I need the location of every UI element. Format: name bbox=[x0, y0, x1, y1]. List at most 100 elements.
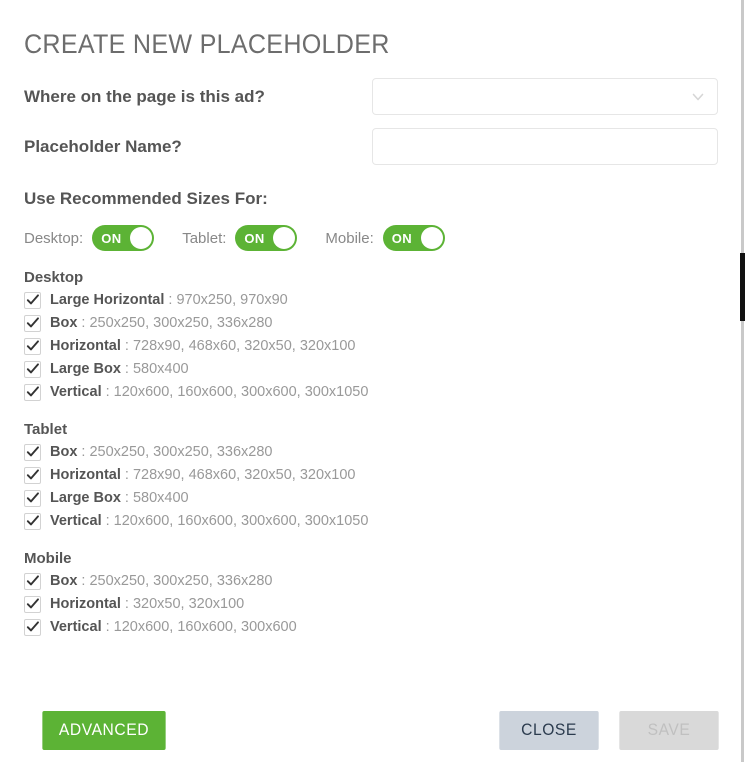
toggle-label-desktop: Desktop: bbox=[24, 229, 84, 247]
check-icon bbox=[26, 339, 39, 350]
size-item: Box: 250x250, 300x250, 336x280 bbox=[24, 441, 747, 463]
check-icon bbox=[26, 514, 39, 525]
size-block-mobile: Mobile Box: 250x250, 300x250, 336x280 Hori… bbox=[24, 550, 747, 638]
close-button[interactable]: CLOSE bbox=[499, 710, 599, 750]
toggle-group-desktop: Desktop: ON bbox=[24, 225, 155, 251]
size-item-values: : 250x250, 300x250, 336x280 bbox=[81, 573, 273, 589]
size-item-name: Vertical bbox=[50, 384, 102, 400]
location-label: Where on the page is this ad? bbox=[24, 86, 265, 106]
check-icon bbox=[26, 316, 39, 327]
size-item-name: Large Horizontal bbox=[50, 292, 165, 308]
recommended-toggle-row: Desktop: ON Tablet: ON Mobile: ON bbox=[24, 225, 747, 251]
size-checkbox[interactable] bbox=[24, 443, 41, 461]
size-item: Large Box: 580x400 bbox=[24, 487, 747, 509]
vertical-scrollbar-thumb[interactable] bbox=[740, 253, 745, 321]
size-checkbox[interactable] bbox=[24, 595, 41, 613]
size-item: Box: 250x250, 300x250, 336x280 bbox=[24, 312, 747, 334]
toggle-tablet-state: ON bbox=[244, 230, 265, 246]
placeholder-name-label: Placeholder Name? bbox=[24, 136, 182, 156]
advanced-button[interactable]: ADVANCED bbox=[42, 710, 166, 750]
check-icon bbox=[26, 362, 39, 373]
size-item-values: : 120x600, 160x600, 300x600, 300x1050 bbox=[105, 384, 369, 400]
size-item-name: Large Box bbox=[50, 361, 121, 377]
form-row-location: Where on the page is this ad? bbox=[24, 78, 747, 115]
toggle-tablet-knob bbox=[273, 227, 296, 249]
size-block-title: Desktop bbox=[24, 269, 84, 286]
size-item-values: : 320x50, 320x100 bbox=[124, 596, 245, 612]
save-button[interactable]: SAVE bbox=[619, 710, 719, 750]
toggle-tablet[interactable]: ON bbox=[235, 225, 298, 251]
size-checkbox[interactable] bbox=[24, 466, 41, 484]
size-item: Vertical: 120x600, 160x600, 300x600, 300… bbox=[24, 510, 747, 532]
check-icon bbox=[26, 293, 39, 304]
size-checkbox[interactable] bbox=[24, 489, 41, 507]
toggle-group-mobile: Mobile: ON bbox=[325, 225, 445, 251]
size-item-name: Box bbox=[50, 573, 78, 589]
toggle-desktop-knob bbox=[130, 227, 153, 249]
check-icon bbox=[26, 597, 39, 608]
check-icon bbox=[26, 468, 39, 479]
check-icon bbox=[26, 620, 39, 631]
size-item: Vertical: 120x600, 160x600, 300x600, 300… bbox=[24, 381, 747, 403]
toggle-mobile-knob bbox=[420, 227, 443, 249]
size-item-name: Box bbox=[50, 444, 78, 460]
size-item-values: : 728x90, 468x60, 320x50, 320x100 bbox=[124, 467, 356, 483]
size-item-name: Horizontal bbox=[50, 596, 121, 612]
ad-location-select[interactable] bbox=[372, 78, 718, 115]
toggle-mobile-state: ON bbox=[391, 230, 413, 246]
size-item-values: : 250x250, 300x250, 336x280 bbox=[81, 444, 273, 460]
toggle-label-tablet: Tablet: bbox=[182, 229, 227, 247]
size-item: Vertical: 120x600, 160x600, 300x600 bbox=[24, 616, 747, 638]
size-item-values: : 250x250, 300x250, 336x280 bbox=[81, 315, 273, 331]
check-icon bbox=[26, 574, 39, 585]
size-item-values: : 120x600, 160x600, 300x600, 300x1050 bbox=[105, 513, 369, 529]
size-item-name: Horizontal bbox=[50, 338, 121, 354]
form-row-name: Placeholder Name? bbox=[24, 128, 747, 165]
size-checkbox[interactable] bbox=[24, 572, 41, 590]
size-item-values: : 580x400 bbox=[124, 361, 189, 377]
size-item-values: : 120x600, 160x600, 300x600 bbox=[105, 619, 297, 635]
size-checkbox[interactable] bbox=[24, 337, 41, 355]
size-item-name: Box bbox=[50, 315, 78, 331]
size-item: Horizontal: 728x90, 468x60, 320x50, 320x… bbox=[24, 464, 747, 486]
size-item-values: : 580x400 bbox=[124, 490, 189, 506]
size-checkbox[interactable] bbox=[24, 360, 41, 378]
location-field-wrap bbox=[372, 78, 718, 115]
size-checkbox[interactable] bbox=[24, 291, 41, 309]
check-icon bbox=[26, 445, 39, 456]
check-icon bbox=[26, 385, 39, 396]
size-item: Large Box: 580x400 bbox=[24, 358, 747, 380]
page-title: CREATE NEW PLACEHOLDER bbox=[24, 29, 390, 59]
size-block-desktop: Desktop Large Horizontal: 970x250, 970x90… bbox=[24, 269, 747, 403]
size-item-name: Horizontal bbox=[50, 467, 121, 483]
create-placeholder-dialog: CREATE NEW PLACEHOLDER Where on the page… bbox=[0, 0, 747, 762]
size-item: Horizontal: 728x90, 468x60, 320x50, 320x… bbox=[24, 335, 747, 357]
size-item-name: Vertical bbox=[50, 619, 102, 635]
toggle-label-mobile: Mobile: bbox=[325, 229, 374, 247]
size-item: Large Horizontal: 970x250, 970x90 bbox=[24, 289, 747, 311]
size-item: Horizontal: 320x50, 320x100 bbox=[24, 593, 747, 615]
size-checkbox[interactable] bbox=[24, 314, 41, 332]
vertical-scrollbar-track[interactable] bbox=[741, 0, 744, 762]
size-groups: Desktop Large Horizontal: 970x250, 970x90… bbox=[24, 269, 747, 638]
placeholder-name-field-wrap bbox=[372, 128, 718, 165]
size-checkbox[interactable] bbox=[24, 383, 41, 401]
size-item-values: : 728x90, 468x60, 320x50, 320x100 bbox=[124, 338, 356, 354]
size-block-tablet: Tablet Box: 250x250, 300x250, 336x280 Hori… bbox=[24, 421, 747, 532]
size-item-name: Large Box bbox=[50, 490, 121, 506]
placeholder-name-input[interactable] bbox=[372, 128, 718, 165]
toggle-group-tablet: Tablet: ON bbox=[182, 225, 298, 251]
toggle-desktop-state: ON bbox=[101, 230, 122, 246]
size-checkbox[interactable] bbox=[24, 512, 41, 530]
toggle-desktop[interactable]: ON bbox=[92, 225, 155, 251]
size-item-name: Vertical bbox=[50, 513, 102, 529]
recommended-sizes-heading: Use Recommended Sizes For: bbox=[24, 189, 268, 208]
size-block-title: Tablet bbox=[24, 421, 68, 438]
dialog-footer: ADVANCED CLOSE SAVE bbox=[0, 709, 747, 751]
check-icon bbox=[26, 491, 39, 502]
size-block-title: Mobile bbox=[24, 550, 72, 567]
size-item: Box: 250x250, 300x250, 336x280 bbox=[24, 570, 747, 592]
size-checkbox[interactable] bbox=[24, 618, 41, 636]
size-item-values: : 970x250, 970x90 bbox=[168, 292, 288, 308]
toggle-mobile[interactable]: ON bbox=[382, 225, 445, 251]
